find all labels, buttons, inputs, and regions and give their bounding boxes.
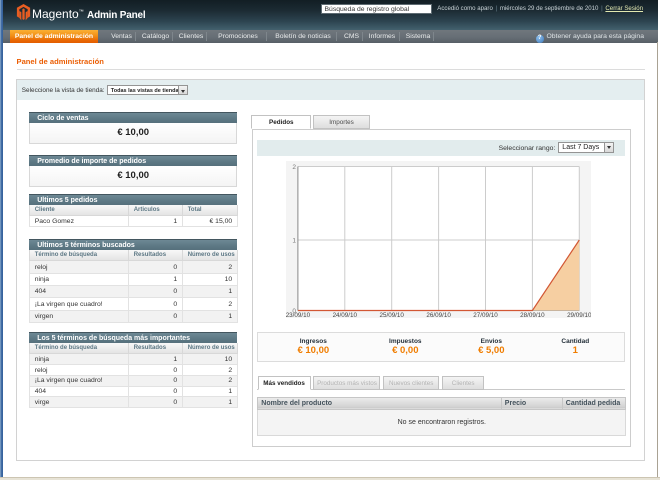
- svg-text:23/09/10: 23/09/10: [286, 312, 311, 318]
- svg-text:2: 2: [292, 164, 296, 171]
- svg-text:26/09/10: 26/09/10: [426, 312, 451, 318]
- svg-text:27/09/10: 27/09/10: [473, 312, 498, 318]
- svg-text:24/09/10: 24/09/10: [332, 312, 357, 318]
- svg-text:1: 1: [292, 237, 296, 244]
- svg-text:25/09/10: 25/09/10: [379, 312, 404, 318]
- svg-text:29/09/10: 29/09/10: [567, 312, 591, 318]
- svg-text:28/09/10: 28/09/10: [520, 312, 545, 318]
